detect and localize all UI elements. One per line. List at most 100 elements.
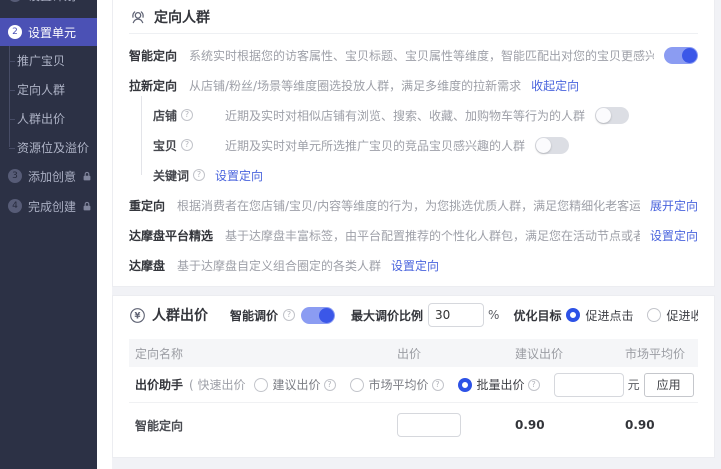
row-description: 根据消费者在您店铺/宝贝/内容等维度的行为，为您挑选优质人群，满足您精细化老客运…	[177, 197, 640, 214]
shop-targeting-toggle[interactable]	[595, 107, 629, 124]
row-description: 近期及实时对单元所选推广宝贝的竞品宝贝感兴趣的人群	[225, 137, 525, 154]
max-ratio-label: 最大调价比例	[351, 307, 423, 324]
radio-label: 批量出价	[477, 376, 525, 393]
helper-option-suggested[interactable]: 建议出价	[254, 376, 336, 393]
expand-targeting-link[interactable]: 展开定向	[650, 197, 698, 214]
smart-targeting-toggle[interactable]	[664, 47, 698, 64]
sidebar-step-setup-plan[interactable]: 1 设置计划	[0, 0, 97, 9]
optimize-option-favorites[interactable]: 促进收藏加购	[647, 307, 698, 324]
radio-selected[interactable]	[566, 308, 580, 322]
help-icon[interactable]	[528, 379, 540, 391]
optimize-option-clicks[interactable]: 促进点击	[566, 307, 633, 324]
step-number-badge: 2	[8, 25, 22, 39]
main-content: 定向人群 智能定向 系统实时根据您的访客属性、宝贝标题、宝贝属性等维度，智能匹配…	[97, 0, 721, 469]
radio[interactable]	[350, 378, 364, 392]
sidebar-step-finish[interactable]: 4 完成创建	[0, 192, 97, 220]
bid-panel-header: ¥ 人群出价 智能调价 最大调价比例 % 优化目标 促进点击	[129, 296, 698, 334]
radio-selected[interactable]	[458, 378, 472, 392]
set-targeting-link[interactable]: 设置定向	[650, 227, 698, 244]
audience-icon	[129, 8, 147, 26]
substep-label: 人群出价	[17, 110, 65, 127]
help-icon[interactable]	[193, 169, 205, 181]
audience-targeting-panel: 定向人群 智能定向 系统实时根据您的访客属性、宝贝标题、宝贝属性等维度，智能匹配…	[112, 0, 715, 287]
apply-button[interactable]: 应用	[644, 373, 694, 397]
radio-label: 促进点击	[585, 307, 633, 324]
step-label: 完成创建	[28, 198, 76, 215]
row-description: 基于达摩盘丰富标签，由平台配置推荐的个性化人群包，满足您在活动节点或者行业上的圈…	[225, 227, 640, 244]
row-label: 智能定向	[129, 47, 177, 64]
step-label: 设置单元	[28, 24, 76, 41]
row-label: 达摩盘平台精选	[129, 227, 213, 244]
targeting-name: 智能定向	[135, 417, 397, 434]
row-label: 店铺	[153, 107, 177, 124]
dmp-row: 达摩盘 基于达摩盘自定义组合圈定的各类人群 设置定向	[129, 250, 698, 280]
col-bid: 出价	[397, 345, 515, 362]
market-average-value: 0.90	[625, 418, 698, 432]
collapse-targeting-link[interactable]: 收起定向	[531, 77, 579, 94]
row-label: 关键词	[153, 167, 189, 184]
row-description: 基于达摩盘自定义组合圈定的各类人群	[177, 257, 381, 274]
row-label: 达摩盘	[129, 257, 165, 274]
set-targeting-link[interactable]: 设置定向	[391, 257, 439, 274]
substep-label: 定向人群	[17, 81, 65, 98]
panel-header: 定向人群	[129, 0, 698, 34]
keyword-targeting-row: 关键词 设置定向	[153, 160, 698, 190]
bid-input[interactable]	[397, 413, 461, 437]
max-ratio-input[interactable]	[428, 303, 484, 327]
help-icon[interactable]	[432, 379, 444, 391]
col-targeting-name: 定向名称	[135, 345, 397, 362]
sidebar-step-setup-unit[interactable]: 2 设置单元	[0, 18, 97, 46]
row-description: 系统实时根据您的访客属性、宝贝标题、宝贝属性等维度，智能匹配出对您的宝贝更感兴趣…	[189, 47, 654, 64]
sidebar-item-promote-item[interactable]: 推广宝贝	[0, 46, 97, 75]
substep-label: 推广宝贝	[17, 52, 65, 69]
yuan-unit: 元	[628, 376, 640, 393]
step-number-badge: 3	[8, 169, 22, 183]
bid-table-header: 定向名称 出价 建议出价 市场平均价	[129, 339, 698, 367]
campaign-setup-page: 1 设置计划 2 设置单元 推广宝贝 定向人群 人群出价 资源位及溢价 3 添加…	[0, 0, 721, 469]
col-market-average: 市场平均价	[625, 345, 698, 362]
helper-option-market[interactable]: 市场平均价	[350, 376, 444, 393]
suggested-bid-value: 0.90	[515, 418, 625, 432]
bid-helper-label: 出价助手	[135, 376, 183, 393]
sidebar-item-audience-bid[interactable]: 人群出价	[0, 104, 97, 133]
radio[interactable]	[254, 378, 268, 392]
audience-bid-panel: ¥ 人群出价 智能调价 最大调价比例 % 优化目标 促进点击	[112, 295, 715, 458]
item-targeting-row: 宝贝 近期及实时对单元所选推广宝贝的竞品宝贝感兴趣的人群	[153, 130, 698, 160]
help-icon[interactable]	[283, 309, 295, 321]
panel-title: 人群出价	[152, 305, 208, 325]
batch-bid-input[interactable]	[554, 373, 624, 397]
step-label: 设置计划	[28, 0, 76, 4]
radio-label: 促进收藏加购	[666, 307, 698, 324]
row-label: 重定向	[129, 197, 165, 214]
help-icon[interactable]	[181, 139, 193, 151]
bid-table-row-smart-targeting: 智能定向 0.90 0.90	[129, 403, 698, 447]
bid-helper-row: 出价助手 ( 快速出价 建议出价 市场平均价 批量出价	[129, 367, 698, 403]
quick-bid-prefix: ( 快速出价	[189, 376, 246, 393]
sidebar-item-placement-premium[interactable]: 资源位及溢价	[0, 133, 97, 162]
radio[interactable]	[647, 308, 661, 322]
new-customer-targeting-row: 拉新定向 从店铺/粉丝/场景等维度圈选投放人群，满足多维度的拉新需求 收起定向	[129, 70, 698, 100]
set-targeting-link[interactable]: 设置定向	[215, 167, 263, 184]
smart-targeting-row: 智能定向 系统实时根据您的访客属性、宝贝标题、宝贝属性等维度，智能匹配出对您的宝…	[129, 40, 698, 70]
percent-unit: %	[488, 308, 499, 322]
col-suggested-bid: 建议出价	[515, 345, 625, 362]
radio-label: 建议出价	[273, 376, 321, 393]
optimize-goal-label: 优化目标	[513, 307, 561, 324]
panel-title: 定向人群	[154, 7, 210, 27]
step-wizard-sidebar: 1 设置计划 2 设置单元 推广宝贝 定向人群 人群出价 资源位及溢价 3 添加…	[0, 0, 97, 469]
sidebar-item-audience-targeting[interactable]: 定向人群	[0, 75, 97, 104]
panel-gap	[112, 287, 721, 295]
row-description: 从店铺/粉丝/场景等维度圈选投放人群，满足多维度的拉新需求	[189, 77, 521, 94]
lock-icon	[82, 201, 92, 212]
shop-targeting-row: 店铺 近期及实时对相似店铺有浏览、搜索、收藏、加购物车等行为的人群	[153, 100, 698, 130]
sidebar-step-add-creative[interactable]: 3 添加创意	[0, 162, 97, 190]
help-icon[interactable]	[181, 109, 193, 121]
item-targeting-toggle[interactable]	[535, 137, 569, 154]
smart-adjust-label: 智能调价	[230, 307, 278, 324]
help-icon[interactable]	[324, 379, 336, 391]
smart-adjust-toggle[interactable]	[301, 307, 335, 324]
step-label: 添加创意	[28, 168, 76, 185]
helper-option-batch[interactable]: 批量出价	[458, 376, 540, 393]
row-label: 拉新定向	[129, 77, 177, 94]
dmp-featured-row: 达摩盘平台精选 基于达摩盘丰富标签，由平台配置推荐的个性化人群包，满足您在活动节…	[129, 220, 698, 250]
